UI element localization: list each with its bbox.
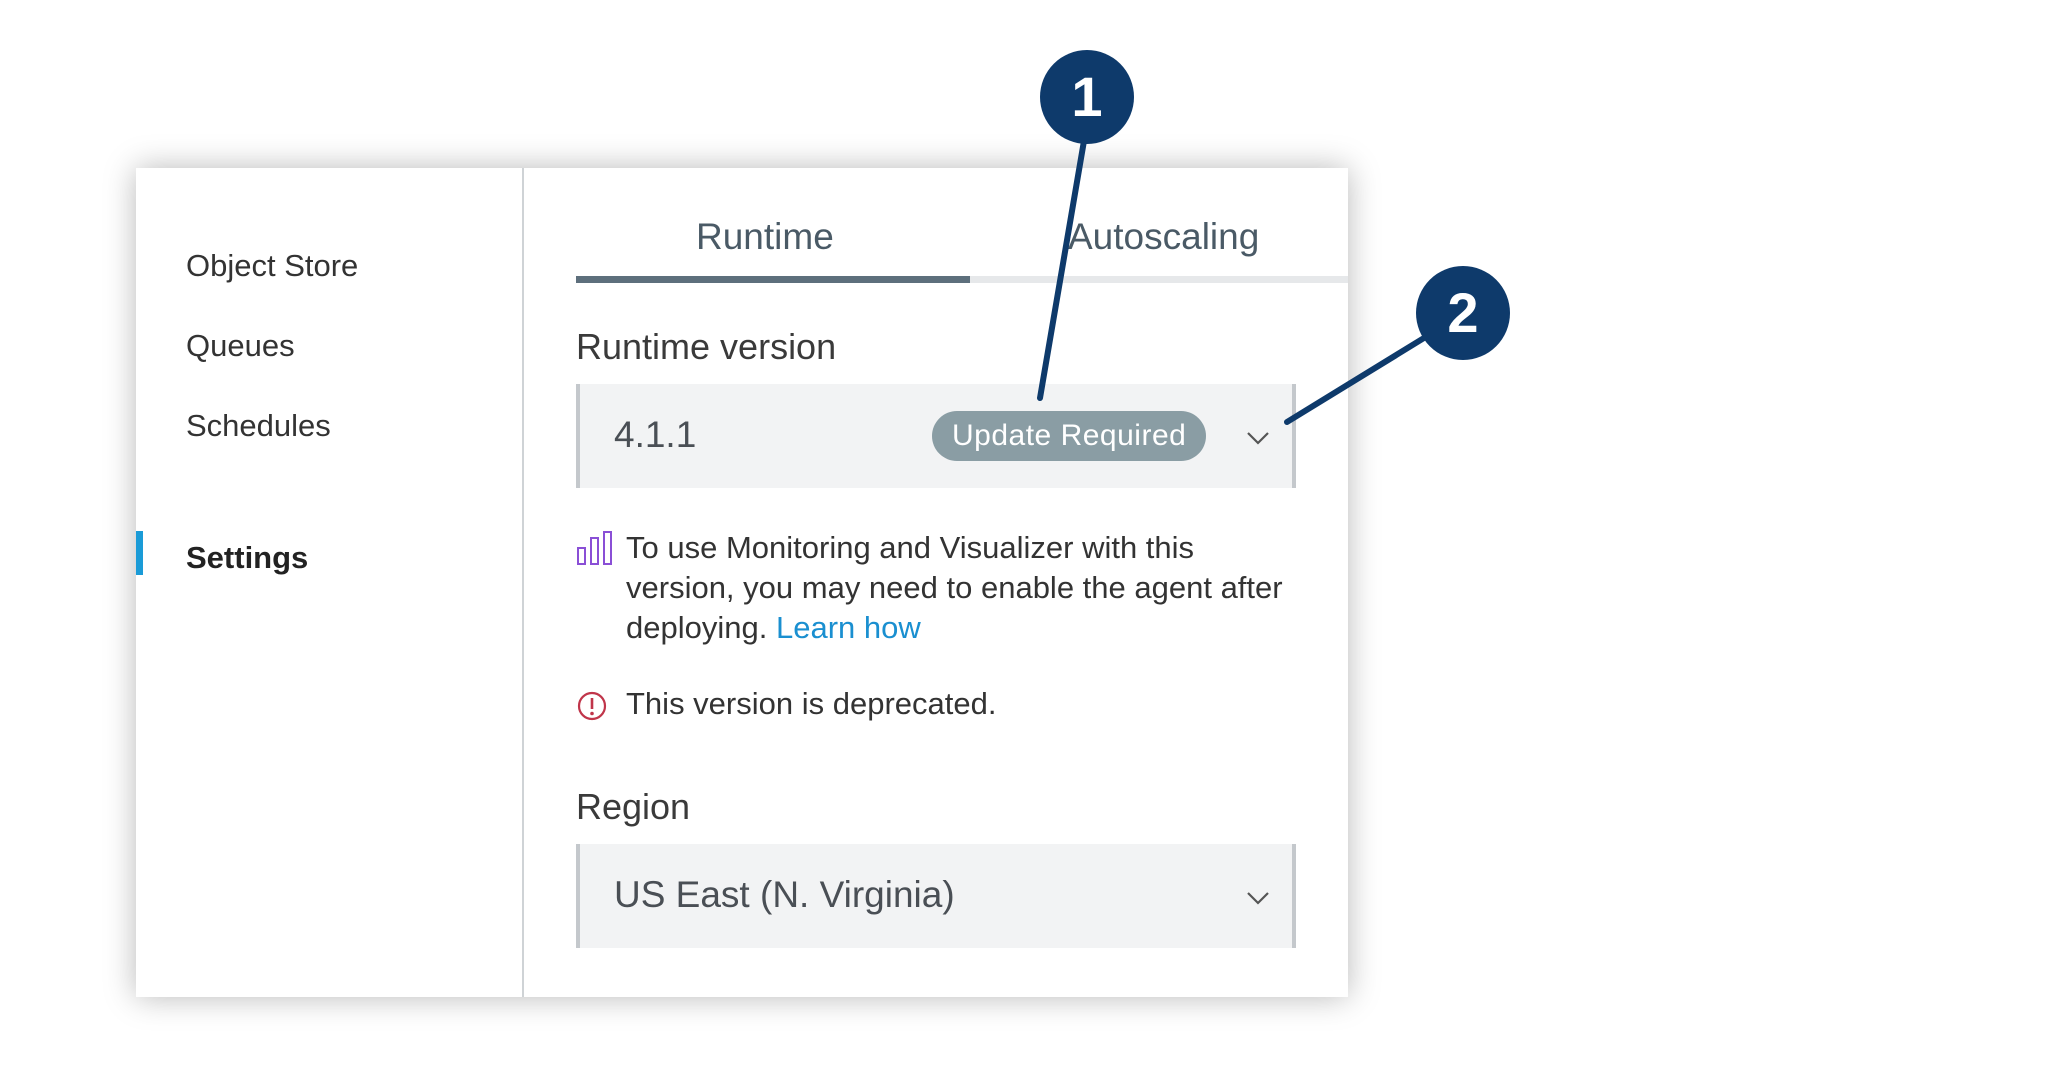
callout-2-line	[1284, 327, 1440, 425]
callout-1-line	[1037, 132, 1088, 401]
callout-1: 1	[1040, 50, 1134, 144]
callout-lines	[1037, 132, 1440, 425]
callout-2: 2	[1416, 266, 1510, 360]
